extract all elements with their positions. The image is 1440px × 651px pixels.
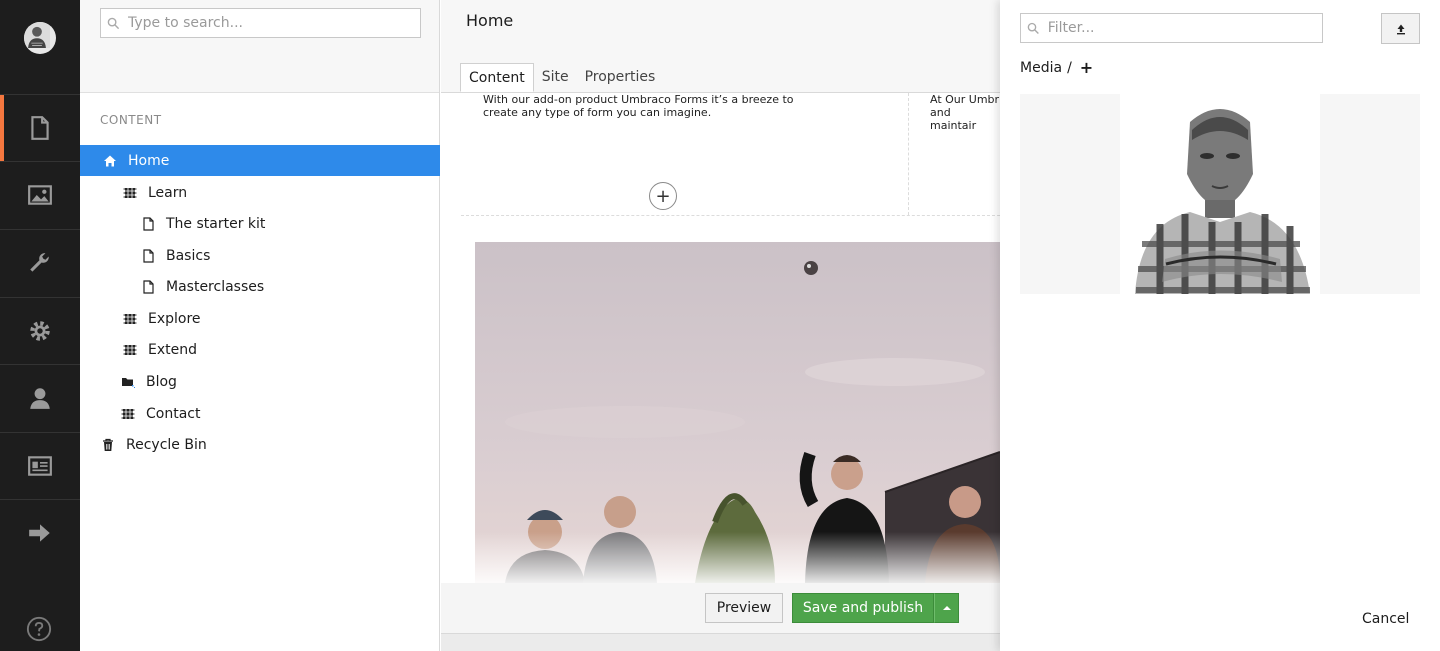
home-icon xyxy=(102,153,118,169)
upload-icon xyxy=(1396,24,1405,34)
tree-section-title: CONTENT xyxy=(100,113,162,127)
people-photo xyxy=(475,242,1000,583)
editor-tabs: Content Site Properties xyxy=(460,63,663,92)
add-content-button[interactable]: + xyxy=(649,182,677,210)
grid-icon xyxy=(122,311,138,327)
editor-footer: Preview Save and publish xyxy=(441,583,1000,633)
tree-node-the-starter-kit[interactable]: The starter kit xyxy=(80,208,440,239)
help-icon xyxy=(26,616,52,642)
media-icon xyxy=(28,185,52,205)
create-folder-button[interactable]: + xyxy=(1080,58,1093,77)
content-editor: Home Content Site Properties With our ad… xyxy=(441,0,1000,651)
media-breadcrumb: Media / + xyxy=(1020,58,1093,77)
page-title[interactable]: Home xyxy=(466,11,513,30)
media-picker-panel: Media / + xyxy=(1000,0,1440,651)
tab-content[interactable]: Content xyxy=(460,63,534,92)
preview-button[interactable]: Preview xyxy=(705,593,783,623)
column-divider xyxy=(908,93,909,215)
row-divider xyxy=(461,215,1000,216)
trash-icon xyxy=(100,437,116,453)
tree-node-label: The starter kit xyxy=(166,215,266,232)
text-line: and maintair xyxy=(930,106,977,132)
tree-node-label: Recycle Bin xyxy=(126,436,207,453)
members-icon xyxy=(28,456,52,476)
portrait-photo xyxy=(1120,94,1320,294)
settings-section[interactable] xyxy=(0,229,80,296)
document-icon xyxy=(140,248,156,264)
members-section[interactable] xyxy=(0,432,80,499)
developer-section[interactable] xyxy=(0,297,80,364)
tree-node-contact[interactable]: Contact xyxy=(80,398,440,429)
tree-node-label: Home xyxy=(128,152,170,169)
text-line: create any type of form you can imagine. xyxy=(483,106,712,119)
cancel-button[interactable]: Cancel xyxy=(1362,611,1409,627)
search-icon xyxy=(1027,22,1039,34)
content-icon xyxy=(31,116,49,140)
tree-header xyxy=(80,0,439,93)
save-and-publish-button[interactable]: Save and publish xyxy=(792,593,934,623)
search-icon xyxy=(107,17,120,29)
tree-node-extend[interactable]: Extend xyxy=(80,334,440,365)
text-line: At Our Umbr xyxy=(930,93,1000,106)
editor-header: Home Content Site Properties xyxy=(441,0,1000,93)
upload-button[interactable] xyxy=(1381,13,1420,44)
editor-bottom-bar xyxy=(441,633,1000,651)
media-filter-box[interactable] xyxy=(1020,13,1323,43)
document-icon xyxy=(140,279,156,295)
media-item-image xyxy=(1120,94,1320,294)
grid-canvas: With our add-on product Umbraco Forms it… xyxy=(441,93,1000,583)
caret-up-icon xyxy=(942,606,951,610)
users-icon xyxy=(30,388,50,409)
forms-arrow-icon xyxy=(29,524,50,542)
grid-icon xyxy=(120,406,136,422)
content-section[interactable] xyxy=(0,94,80,161)
app-sections-rail xyxy=(0,0,80,651)
tree-search-input[interactable] xyxy=(128,15,408,31)
tab-properties[interactable]: Properties xyxy=(577,63,664,92)
document-icon xyxy=(140,216,156,232)
content-tree-panel: CONTENT Home Learn The starter kit Basic… xyxy=(80,0,440,651)
tree-node-label: Basics xyxy=(166,247,211,264)
media-item-tile[interactable] xyxy=(1020,94,1420,294)
tree-node-label: Learn xyxy=(148,184,188,201)
forms-section[interactable] xyxy=(0,499,80,566)
developer-gear-icon xyxy=(30,321,50,341)
help-button[interactable] xyxy=(26,616,54,644)
media-section[interactable] xyxy=(0,161,80,228)
tree-node-label: Blog xyxy=(146,373,177,390)
tree-node-explore[interactable]: Explore xyxy=(80,303,440,334)
breadcrumb-separator: / xyxy=(1067,59,1072,76)
grid-image-people[interactable] xyxy=(475,242,1000,583)
settings-wrench-icon xyxy=(30,253,49,272)
publish-options-button[interactable] xyxy=(934,593,959,623)
tree-node-recycle-bin[interactable]: Recycle Bin xyxy=(80,429,440,460)
grid-cell-text-forms[interactable]: With our add-on product Umbraco Forms it… xyxy=(483,93,794,119)
grid-icon xyxy=(122,185,138,201)
tree-node-label: Masterclasses xyxy=(166,278,265,295)
media-filter-input[interactable] xyxy=(1047,20,1322,36)
tab-site[interactable]: Site xyxy=(534,63,577,92)
tree-node-basics[interactable]: Basics xyxy=(80,240,440,271)
tree-search-box[interactable] xyxy=(100,8,421,38)
tree-node-label: Contact xyxy=(146,405,201,422)
user-avatar[interactable] xyxy=(24,22,56,54)
tree-node-masterclasses[interactable]: Masterclasses xyxy=(80,271,440,302)
folder-icon xyxy=(120,374,136,390)
tree-node-learn[interactable]: Learn xyxy=(80,177,440,208)
text-line: With our add-on product Umbraco Forms it… xyxy=(483,93,794,106)
users-section[interactable] xyxy=(0,364,80,431)
grid-cell-text-our[interactable]: At Our Umbr and maintair xyxy=(930,93,1000,132)
tree-node-label: Explore xyxy=(148,310,201,327)
tree-node-blog[interactable]: Blog xyxy=(80,366,440,397)
tree-node-home[interactable]: Home xyxy=(80,145,440,176)
tree-node-label: Extend xyxy=(148,341,197,358)
grid-icon xyxy=(122,342,138,358)
breadcrumb-media[interactable]: Media xyxy=(1020,60,1062,76)
